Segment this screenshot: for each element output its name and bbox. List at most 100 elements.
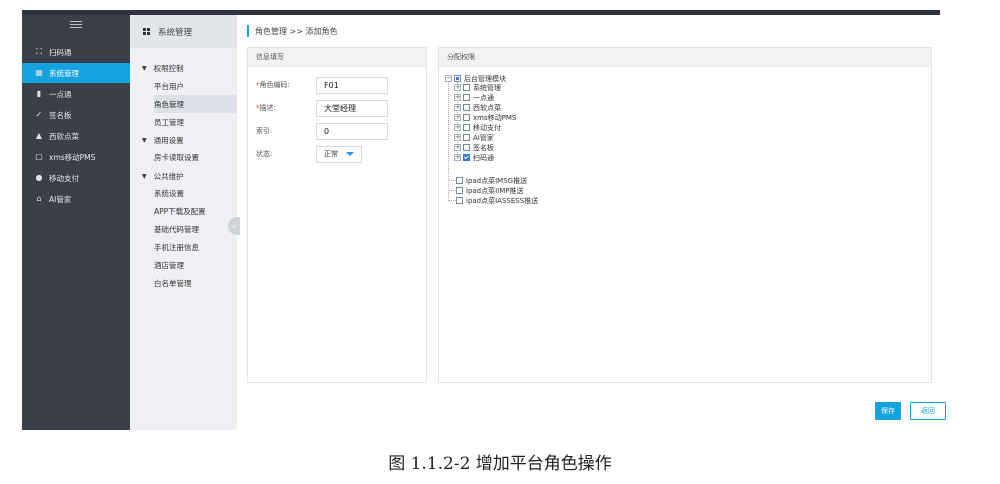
info-panel-title: 信息填写 xyxy=(248,48,426,67)
sub-sidebar: 系统管理 ▼ 权限控制 平台用户 角色管理 员工管理 ▼ 通用设置 房卡读取设置… xyxy=(130,15,237,430)
subnav-item-app-download[interactable]: APP下载及配置 xyxy=(154,202,237,220)
tree-node-label: 扫码通 xyxy=(473,153,494,162)
expand-toggle[interactable]: + xyxy=(454,154,461,161)
subnav-title: 系统管理 xyxy=(158,27,193,38)
sidebar-item-label: 移动支付 xyxy=(49,173,79,183)
node-checkbox[interactable] xyxy=(463,84,470,91)
save-button[interactable]: 保存 xyxy=(875,402,901,420)
tree-node-label: AI管家 xyxy=(473,133,494,142)
form-row-desc: *描述: 大堂经理 xyxy=(256,99,388,117)
home-icon: ⌂ xyxy=(36,194,42,203)
node-checkbox[interactable] xyxy=(463,104,470,111)
sidebar-item-label: 一点通 xyxy=(49,89,72,99)
desc-label: 描述: xyxy=(259,104,276,112)
subnav-item-phone-registration[interactable]: 手机注册信息 xyxy=(154,238,237,256)
sidebar-item-mobile-pay[interactable]: ● 移动支付 xyxy=(22,168,130,188)
figure-caption: 图 1.1.2-2 增加平台角色操作 xyxy=(388,454,612,474)
tree-connector xyxy=(448,81,449,201)
caret-down-icon: ▼ xyxy=(142,173,147,180)
permission-panel: 分配权限 − 后台管理模块 + 系统管理 + 一点通 + 西软点菜 + xms移… xyxy=(438,47,932,383)
sidebar-item-system[interactable]: ▦ 系统管理 xyxy=(22,63,130,83)
tree-node-iassess: ipad点菜IASSESS推送 xyxy=(456,196,538,205)
caret-down-icon xyxy=(346,152,354,156)
sidebar-item-yidiantong[interactable]: ▮ 一点通 xyxy=(22,84,130,104)
hamburger-menu-icon[interactable] xyxy=(70,21,82,31)
subnav-header: 系统管理 xyxy=(130,15,237,48)
sidebar-item-label: AI管家 xyxy=(49,194,72,204)
subnav-item-platform-users[interactable]: 平台用户 xyxy=(154,77,237,95)
sidebar-item-signature[interactable]: ✓ 签名板 xyxy=(22,105,130,125)
node-checkbox[interactable] xyxy=(463,94,470,101)
sidebar-item-label: 扫码通 xyxy=(49,47,72,57)
subnav-item-hotel-management[interactable]: 酒店管理 xyxy=(154,256,237,274)
bar-chart-icon: ▮ xyxy=(36,89,42,98)
tree-node-iimp: ipad点菜IIMP推送 xyxy=(456,186,524,195)
sidebar-item-ordering[interactable]: ▲ 西软点菜 xyxy=(22,126,130,146)
root-checkbox[interactable] xyxy=(454,75,461,82)
scan-icon: ⛶ xyxy=(36,47,42,56)
node-checkbox[interactable] xyxy=(463,134,470,141)
sidebar-item-ai-butler[interactable]: ⌂ AI管家 xyxy=(22,189,130,209)
tree-connector xyxy=(448,200,456,201)
subnav-item-roomcard-settings[interactable]: 房卡读取设置 xyxy=(154,148,237,166)
tree-node-label: ipad点菜IMSG推送 xyxy=(466,176,528,185)
subnav-group-permission[interactable]: ▼ 权限控制 xyxy=(142,63,184,74)
tree-node-label: 系统管理 xyxy=(473,83,501,92)
node-checkbox[interactable] xyxy=(463,154,470,161)
permission-panel-title: 分配权限 xyxy=(439,48,931,67)
subnav-item-employee-management[interactable]: 员工管理 xyxy=(154,113,237,131)
node-checkbox[interactable] xyxy=(463,114,470,121)
sidebar-item-label: 签名板 xyxy=(49,110,72,120)
main-sidebar: ⛶ 扫码通 ▦ 系统管理 ▮ 一点通 ✓ 签名板 ▲ 西软点菜 ▢ xms移动P… xyxy=(22,15,130,430)
square-icon: ▢ xyxy=(35,152,43,161)
expand-toggle[interactable]: + xyxy=(454,114,461,121)
sidebar-item-scan[interactable]: ⛶ 扫码通 xyxy=(22,42,130,62)
tree-node-label: 移动支付 xyxy=(473,123,501,132)
subnav-item-role-management[interactable]: 角色管理 xyxy=(154,95,237,113)
tree-node-xms-pms: + xms移动PMS xyxy=(454,113,516,122)
expand-toggle[interactable]: + xyxy=(454,84,461,91)
node-checkbox[interactable] xyxy=(456,197,463,204)
expand-toggle[interactable]: + xyxy=(454,134,461,141)
sidebar-item-xms-pms[interactable]: ▢ xms移动PMS xyxy=(22,147,130,167)
tree-connector xyxy=(448,190,456,191)
status-label: 状态: xyxy=(256,150,273,158)
caret-down-icon: ▼ xyxy=(142,137,147,144)
description-input[interactable]: 大堂经理 xyxy=(316,99,388,117)
tree-node-label: 一点通 xyxy=(473,93,494,102)
index-input[interactable]: 0 xyxy=(316,122,388,140)
expand-toggle[interactable]: + xyxy=(454,94,461,101)
form-row-code: *角色编码: F01 xyxy=(256,76,388,94)
main-content: 角色管理 >> 添加角色 信息填写 *角色编码: F01 *描述: 大堂经理 索… xyxy=(237,15,946,430)
breadcrumb: 角色管理 >> 添加角色 xyxy=(247,25,338,37)
subnav-group-maintenance[interactable]: ▼ 公共维护 xyxy=(142,171,184,182)
node-checkbox[interactable] xyxy=(456,187,463,194)
status-select[interactable]: 正常 xyxy=(316,145,362,163)
node-checkbox[interactable] xyxy=(456,177,463,184)
expand-toggle[interactable]: + xyxy=(454,144,461,151)
role-code-input[interactable]: F01 xyxy=(316,76,388,94)
tree-node-scan: + 扫码通 xyxy=(454,153,494,162)
pen-icon: ✓ xyxy=(35,110,43,119)
back-button[interactable]: 返回 xyxy=(910,402,946,420)
index-label: 索引: xyxy=(256,127,273,135)
sidebar-item-label: xms移动PMS xyxy=(49,152,96,162)
form-row-status: 状态: 正常 xyxy=(256,145,362,163)
info-panel: 信息填写 *角色编码: F01 *描述: 大堂经理 索引: 0 状态: 正常 xyxy=(247,47,427,383)
expand-toggle[interactable]: + xyxy=(454,124,461,131)
expand-toggle[interactable]: + xyxy=(454,104,461,111)
node-checkbox[interactable] xyxy=(463,124,470,131)
collapse-toggle[interactable]: − xyxy=(445,75,452,82)
app-window: ⛶ 扫码通 ▦ 系统管理 ▮ 一点通 ✓ 签名板 ▲ 西软点菜 ▢ xms移动P… xyxy=(22,10,946,430)
subnav-group-general[interactable]: ▼ 通用设置 xyxy=(142,135,184,146)
chevron-left-icon: ‹ xyxy=(232,221,236,231)
tree-node-yidiantong: + 一点通 xyxy=(454,93,494,102)
node-checkbox[interactable] xyxy=(463,144,470,151)
subnav-item-system-settings[interactable]: 系统设置 xyxy=(154,184,237,202)
tree-node-label: ipad点菜IIMP推送 xyxy=(466,186,524,195)
subnav-item-base-code[interactable]: 基础代码管理 xyxy=(154,220,237,238)
tree-connector xyxy=(448,180,456,181)
tree-node-label: xms移动PMS xyxy=(473,113,517,122)
tree-node-ai-butler: + AI管家 xyxy=(454,133,494,142)
subnav-item-whitelist[interactable]: 白名单管理 xyxy=(154,274,237,292)
